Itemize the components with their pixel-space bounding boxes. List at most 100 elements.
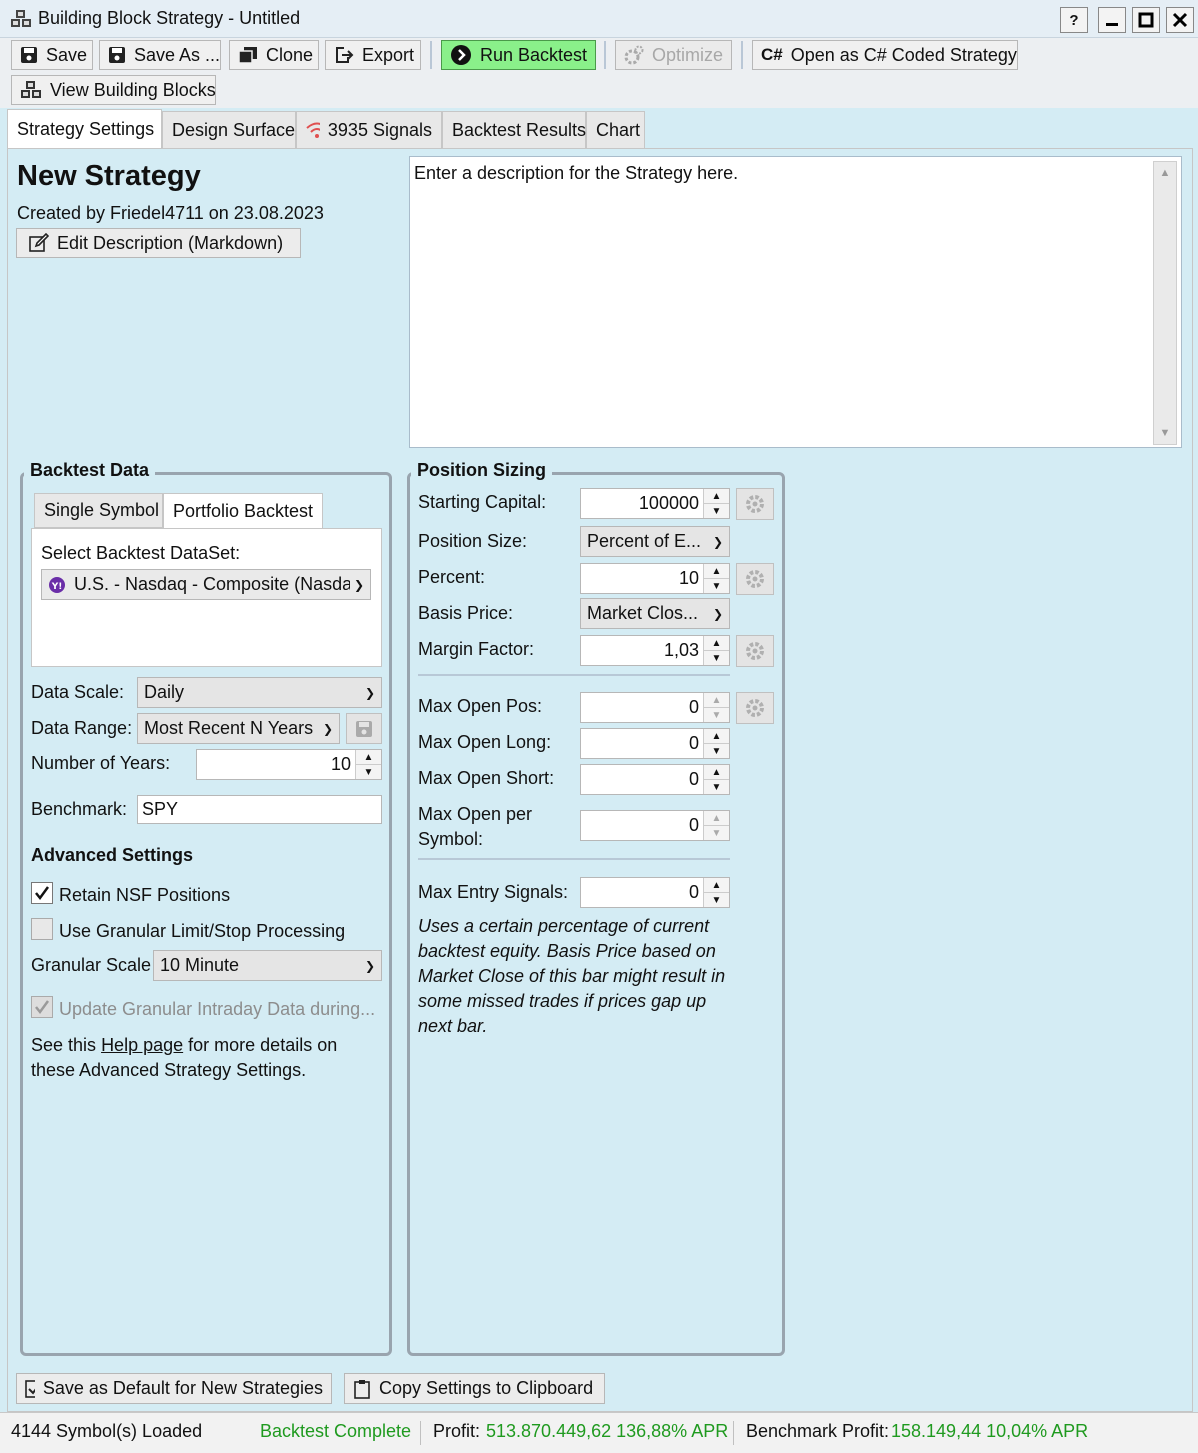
spin-up-icon[interactable]: ▲ [704, 729, 729, 743]
spin-up-icon[interactable]: ▲ [704, 765, 729, 779]
max-open-long-stepper[interactable]: 0 ▲ ▼ [580, 728, 730, 759]
spin-down-icon[interactable]: ▼ [356, 764, 381, 779]
scroll-down-icon[interactable]: ▼ [1154, 422, 1176, 444]
help-page-link[interactable]: Help page [101, 1035, 183, 1055]
symbols-loaded: 4144 Symbol(s) Loaded [11, 1421, 203, 1441]
edit-description-label: Edit Description (Markdown) [57, 232, 284, 253]
edit-description-button[interactable]: Edit Description (Markdown) [16, 228, 301, 258]
export-icon [336, 47, 354, 63]
max-open-short-stepper[interactable]: 0 ▲ ▼ [580, 764, 730, 795]
blocks-icon [21, 81, 41, 98]
update-granular-checkbox[interactable] [31, 996, 53, 1018]
run-backtest-button[interactable]: Run Backtest [441, 40, 596, 70]
divider [733, 1421, 734, 1445]
granular-label: Use Granular Limit/Stop Processing [59, 921, 346, 941]
max-open-pos-stepper[interactable]: 0 ▲ ▼ [580, 692, 730, 723]
optimize-button[interactable]: Optimize [615, 40, 732, 70]
help-text-line2: these Advanced Strategy Settings. [31, 1060, 307, 1080]
yahoo-icon: Y! [49, 576, 65, 593]
open-csharp-button[interactable]: C# Open as C# Coded Strategy [752, 40, 1018, 70]
checkmark-icon [35, 1000, 50, 1015]
spin-down-icon[interactable]: ▼ [704, 743, 729, 758]
description-scrollbar[interactable]: ▲ ▼ [1153, 161, 1177, 445]
floppy-icon [109, 47, 125, 63]
help-button[interactable]: ? [1060, 7, 1088, 33]
spin-up-icon[interactable]: ▲ [356, 750, 381, 764]
spin-up-icon[interactable]: ▲ [704, 878, 729, 892]
separator [741, 41, 743, 69]
max-open-pos-optimize-button[interactable] [736, 692, 774, 724]
export-button[interactable]: Export [325, 40, 421, 70]
spin-up-icon[interactable]: ▲ [704, 811, 729, 825]
granular-checkbox[interactable] [31, 918, 53, 940]
position-size-select[interactable]: Percent of E... ❯ [580, 526, 730, 557]
max-open-symbol-value: 0 [688, 815, 699, 835]
benchmark-input[interactable]: SPY [137, 795, 382, 824]
run-backtest-label: Run Backtest [480, 44, 588, 65]
tab-signals[interactable]: 3935 Signals [296, 111, 442, 149]
svg-text:Y!: Y! [51, 582, 63, 592]
save-label: Save [46, 44, 88, 65]
starting-capital-value: 100000 [638, 493, 699, 513]
max-open-long-value: 0 [688, 733, 699, 753]
profit-label: Profit: [433, 1421, 481, 1441]
position-sizing-note: Uses a certain percentage of current bac… [418, 914, 725, 1039]
save-default-label: Save as Default for New Strategies [42, 1378, 323, 1398]
data-scale-select[interactable]: Daily ❯ [137, 677, 382, 708]
save-default-button[interactable]: Save as Default for New Strategies [16, 1373, 332, 1404]
tab-design-surface[interactable]: Design Surface [162, 111, 296, 149]
minimize-button[interactable] [1098, 7, 1126, 33]
spin-down-icon[interactable]: ▼ [704, 825, 729, 840]
tab-single-symbol[interactable]: Single Symbol [34, 493, 163, 528]
spin-up-icon[interactable]: ▲ [704, 564, 729, 578]
tab-portfolio-backtest[interactable]: Portfolio Backtest [163, 493, 323, 529]
advanced-settings-title: Advanced Settings [31, 845, 194, 865]
spin-up-icon[interactable]: ▲ [704, 693, 729, 707]
help-text-pre: See this [31, 1035, 97, 1055]
margin-stepper[interactable]: 1,03 ▲ ▼ [580, 635, 730, 666]
retain-nsf-checkbox[interactable] [31, 882, 53, 904]
percent-stepper[interactable]: 10 ▲ ▼ [580, 563, 730, 594]
tab-signals-label: 3935 Signals [327, 119, 432, 140]
margin-optimize-button[interactable] [736, 635, 774, 667]
tab-chart[interactable]: Chart [586, 111, 645, 149]
data-range-select[interactable]: Most Recent N Years ❯ [137, 713, 340, 744]
close-button[interactable] [1166, 7, 1194, 33]
floppy-icon [21, 47, 37, 63]
scroll-up-icon[interactable]: ▲ [1154, 162, 1176, 184]
max-entry-stepper[interactable]: 0 ▲ ▼ [580, 877, 730, 908]
clone-button[interactable]: Clone [229, 40, 319, 70]
position-size-value: Percent of E... [587, 531, 702, 551]
dataset-select[interactable]: Y! U.S. - Nasdaq - Composite (Nasda ❯ [41, 569, 371, 600]
granular-scale-select[interactable]: 10 Minute ❯ [153, 950, 382, 981]
max-entry-label: Max Entry Signals: [418, 882, 569, 902]
max-open-pos-value: 0 [688, 697, 699, 717]
starting-capital-optimize-button[interactable] [736, 488, 774, 520]
tab-backtest-results[interactable]: Backtest Results [442, 111, 586, 149]
save-as-button[interactable]: Save As ... [99, 40, 221, 70]
save-range-button[interactable] [346, 713, 382, 744]
spin-down-icon[interactable]: ▼ [704, 707, 729, 722]
copy-settings-button[interactable]: Copy Settings to Clipboard [344, 1373, 605, 1404]
years-stepper[interactable]: 10 ▲ ▼ [196, 749, 382, 780]
percent-optimize-button[interactable] [736, 563, 774, 595]
spin-down-icon[interactable]: ▼ [704, 892, 729, 907]
spin-up-icon[interactable]: ▲ [704, 636, 729, 650]
spin-up-icon[interactable]: ▲ [704, 489, 729, 503]
max-open-symbol-stepper[interactable]: 0 ▲ ▼ [580, 810, 730, 841]
divider [418, 674, 730, 676]
view-building-blocks-button[interactable]: View Building Blocks [11, 75, 216, 105]
help-text-post: for more details on [188, 1035, 338, 1055]
gear-icon [746, 570, 764, 588]
maximize-button[interactable] [1132, 7, 1160, 33]
description-box[interactable]: Enter a description for the Strategy her… [409, 156, 1182, 448]
save-button[interactable]: Save [11, 40, 93, 70]
spin-down-icon[interactable]: ▼ [704, 779, 729, 794]
tab-strategy-settings[interactable]: Strategy Settings [7, 109, 162, 149]
basis-price-select[interactable]: Market Clos... ❯ [580, 598, 730, 629]
spin-down-icon[interactable]: ▼ [704, 650, 729, 665]
position-size-label: Position Size: [418, 531, 528, 551]
spin-down-icon[interactable]: ▼ [704, 503, 729, 518]
spin-down-icon[interactable]: ▼ [704, 578, 729, 593]
starting-capital-stepper[interactable]: 100000 ▲ ▼ [580, 488, 730, 519]
